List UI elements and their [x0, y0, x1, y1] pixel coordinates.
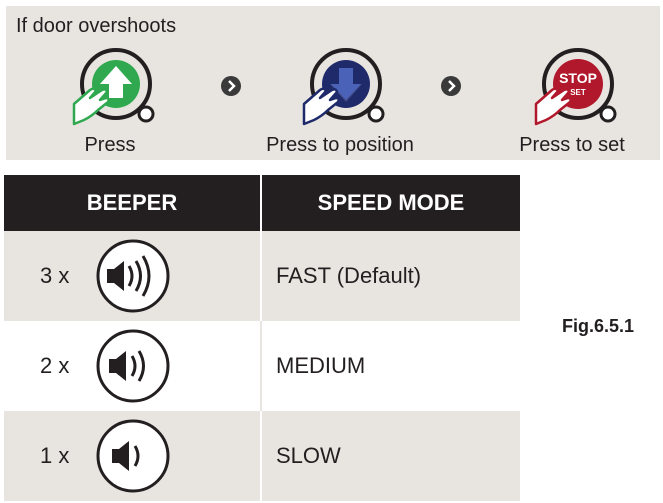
next-step-icon [221, 76, 241, 96]
header-beeper: BEEPER [86, 190, 178, 215]
set-button-text: SET [570, 88, 586, 97]
speaker-1-wave-icon [96, 419, 170, 493]
table-row: 3 x FAST (Default) [4, 231, 520, 321]
figure-label: Fig.6.5.1 [562, 316, 635, 336]
step-press-to-set: STOP SET Press to set [502, 38, 642, 157]
table-row: 2 x MEDIUM [4, 321, 520, 411]
speaker-3-waves-icon [96, 239, 170, 313]
row-divider [260, 411, 262, 501]
beep-count: 1 x [40, 443, 70, 468]
panel-title: If door overshoots [16, 15, 177, 37]
table-row: 1 x SLOW [4, 411, 520, 501]
stop-set-button-icon: STOP SET [534, 48, 617, 126]
step-press: Press [50, 38, 170, 157]
speaker-2-waves-icon [96, 329, 170, 403]
stop-button-text: STOP [559, 70, 597, 86]
up-arrow-button-icon [72, 48, 155, 126]
row-divider [260, 321, 262, 411]
table-header: BEEPER SPEED MODE [4, 175, 520, 231]
beep-count: 2 x [40, 353, 70, 378]
step-press-to-position: Press to position [250, 38, 430, 157]
row-divider [260, 231, 262, 321]
next-step-icon [441, 76, 461, 96]
header-speed-mode: SPEED MODE [317, 190, 465, 215]
step-label-press-to-position: Press to position [266, 134, 414, 156]
down-arrow-button-icon [302, 48, 385, 126]
speed-mode-value: FAST (Default) [276, 263, 422, 288]
beep-count: 3 x [40, 263, 70, 288]
beeper-speed-table: BEEPER SPEED MODE 3 x FAST (Default) 2 x… [4, 175, 520, 501]
step-label-press: Press [84, 134, 136, 156]
step-label-press-to-set: Press to set [519, 134, 625, 156]
speed-mode-value: MEDIUM [276, 353, 366, 378]
procedure-panel: If door overshoots Press Press to positi… [6, 6, 660, 160]
speed-mode-value: SLOW [276, 443, 341, 468]
